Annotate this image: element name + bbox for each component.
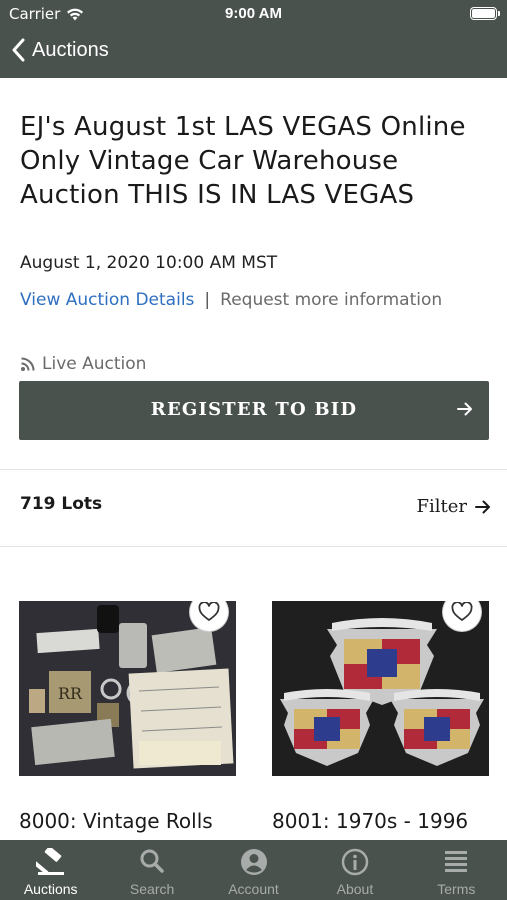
heart-icon [198,602,220,621]
register-label: REGISTER TO BID [150,399,358,420]
arrow-right-icon [457,402,472,416]
terms-icon [445,851,468,872]
auction-date: August 1, 2020 10:00 AM MST [20,253,278,273]
tab-terms[interactable]: Terms [406,840,507,900]
auction-title: EJ's August 1st LAS VEGAS Online Only Vi… [20,112,466,210]
tab-label: Account [228,881,279,897]
heart-icon [451,602,473,621]
tab-about[interactable]: About [304,840,405,900]
tab-bar: Auctions Search Account About Terms [0,840,507,900]
lot-image[interactable] [272,601,489,776]
live-auction-label: Live Auction [42,354,147,374]
back-button[interactable]: Auctions [12,38,109,62]
tab-label: About [336,881,374,897]
battery-icon [470,7,500,20]
link-separator: | [204,290,211,310]
back-label: Auctions [32,38,109,61]
lot-card[interactable]: RR 8000: Vintage Rolls [19,601,236,833]
arrow-right-icon [475,500,490,513]
status-time: 9:00 AM [225,5,282,22]
search-icon [140,849,164,873]
auction-links: View Auction Details | Request more inform… [20,286,460,315]
info-icon [341,848,369,876]
lot-title[interactable]: 8001: 1970s - 1996 [272,809,502,833]
navigation-bar: Auctions [0,28,507,78]
tab-search[interactable]: Search [101,840,202,900]
filter-label: Filter [416,496,468,517]
tab-account[interactable]: Account [203,840,304,900]
register-to-bid-button[interactable]: REGISTER TO BID [19,381,489,440]
chevron-left-icon [12,38,25,62]
rss-icon [21,357,35,371]
tab-label: Auctions [23,881,78,897]
divider [0,546,507,547]
lot-card[interactable]: 8001: 1970s - 1996 [272,601,489,833]
status-bar: Carrier 9:00 AM [0,0,507,28]
lots-count: 719 Lots [20,494,103,514]
tab-label: Terms [437,881,476,897]
view-auction-details-link[interactable]: View Auction Details [20,290,194,310]
request-info-link[interactable]: Request more information [220,290,442,310]
auction-detail[interactable]: EJ's August 1st LAS VEGAS Online Only Vi… [0,78,507,840]
tab-auctions[interactable]: Auctions [0,840,101,900]
filter-button[interactable]: Filter [417,496,492,517]
gavel-icon [35,848,64,875]
divider [0,469,507,470]
lot-title[interactable]: 8000: Vintage Rolls [19,809,249,833]
svg-text:RR: RR [58,684,83,703]
live-auction-indicator: Live Auction [20,354,146,374]
lot-image[interactable]: RR [19,601,236,776]
tab-label: Search [129,881,175,897]
account-icon [240,849,267,875]
